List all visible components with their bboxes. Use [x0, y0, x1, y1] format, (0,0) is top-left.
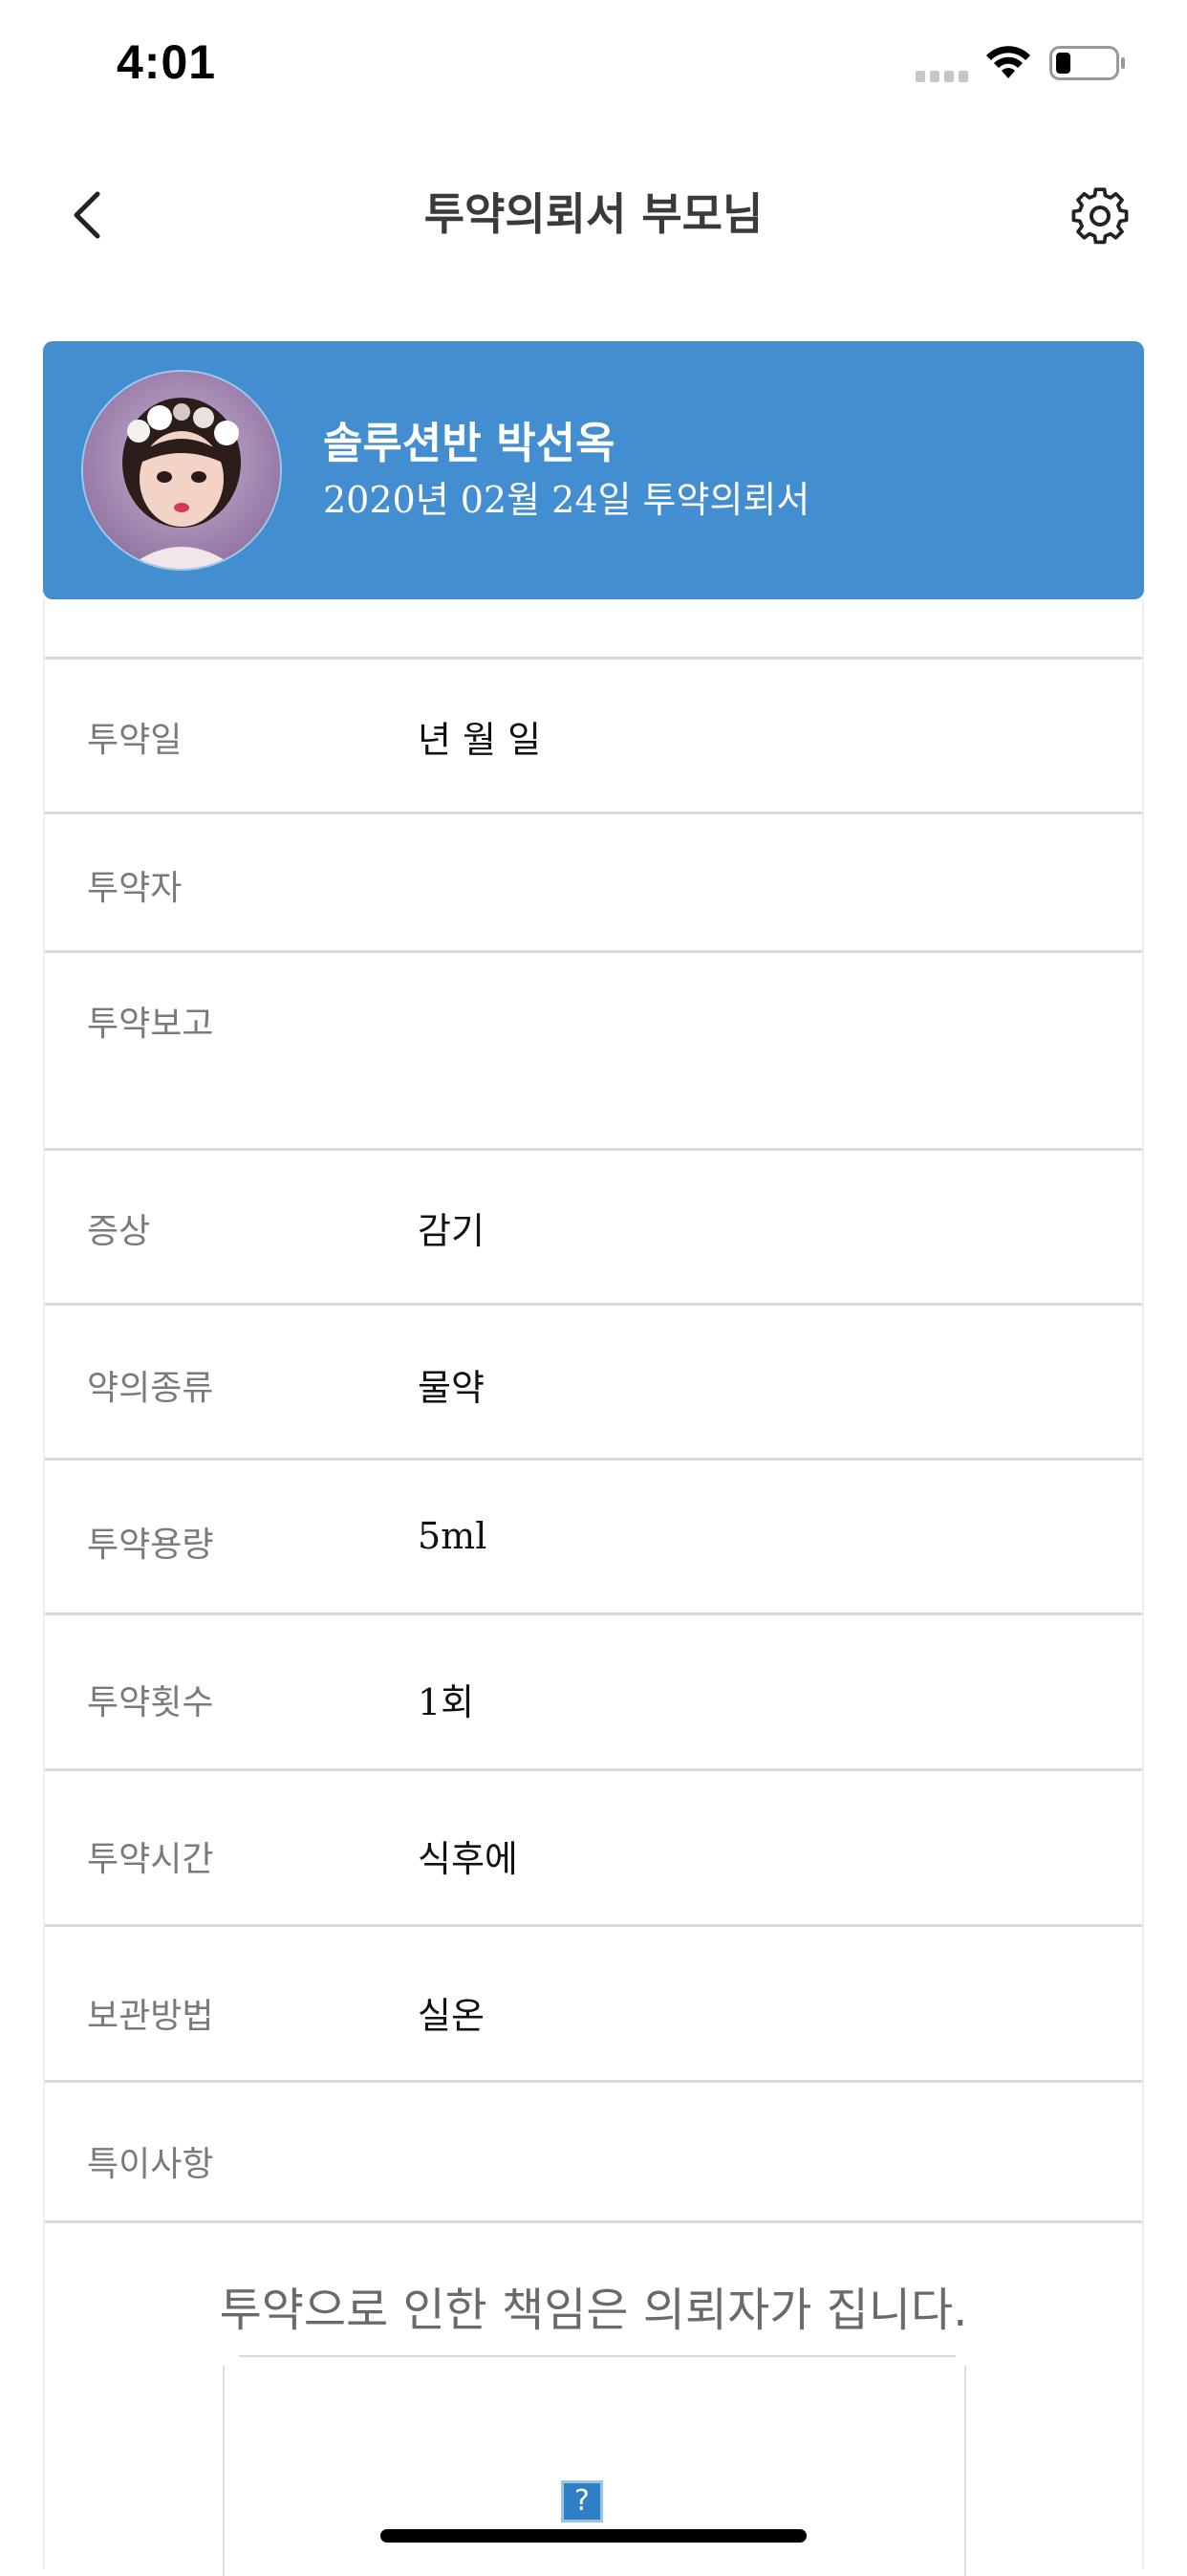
form-row-report: 투약보고	[45, 950, 1142, 1151]
row-label: 약의종류	[87, 1369, 214, 1408]
disclaimer-text: 투약으로 인한 책임은 의뢰자가 집니다.	[219, 2284, 968, 2337]
form-row-time: 투약시간 식후에	[45, 1768, 1142, 1926]
row-label: 증상	[87, 1212, 151, 1251]
divider	[45, 2220, 1142, 2223]
form-row-date: 투약일 년 월 일	[45, 657, 1142, 814]
row-label: 투약시간	[87, 1840, 214, 1879]
form-row-medicine-type: 약의종류 물약	[45, 1303, 1142, 1461]
row-label: 투약보고	[87, 1005, 214, 1044]
home-indicator[interactable]	[380, 2529, 807, 2543]
profile-name: 솔루션반 박선옥	[323, 418, 615, 468]
form-row-symptom: 증상 감기	[45, 1148, 1142, 1306]
form-row-dosage: 투약용량 5ml	[45, 1458, 1142, 1615]
battery-icon	[1049, 46, 1125, 80]
status-bar: 4:01	[0, 0, 1187, 126]
missing-image-icon: ?	[561, 2480, 603, 2522]
form-row-storage: 보관방법 실온	[45, 1924, 1142, 2082]
form-row-notes: 특이사항	[45, 2080, 1142, 2223]
row-label: 투약자	[87, 869, 183, 908]
row-value: 물약	[418, 1367, 485, 1409]
gear-icon[interactable]	[1070, 186, 1130, 246]
row-value: 식후에	[418, 1838, 518, 1880]
signature-box[interactable]: ?	[223, 2366, 966, 2576]
profile-subtitle: 2020년 02월 24일 투약의뢰서	[323, 479, 810, 521]
row-label: 투약용량	[87, 1526, 214, 1565]
row-value: 실온	[418, 1995, 485, 2037]
medication-form: 투약일 년 월 일 투약자 투약보고 증상 감기 약의종류 물약 투약용량 5m…	[43, 599, 1144, 2576]
row-label: 특이사항	[87, 2145, 214, 2184]
avatar	[81, 370, 282, 571]
form-row-person: 투약자	[45, 812, 1142, 953]
nav-bar: 투약의뢰서 부모님	[0, 162, 1187, 268]
status-time: 4:01	[117, 35, 217, 89]
wifi-icon	[986, 46, 1030, 78]
signal-dots-icon	[916, 71, 968, 82]
page-title: 투약의뢰서 부모님	[423, 188, 764, 240]
profile-card: 솔루션반 박선옥 2020년 02월 24일 투약의뢰서	[43, 341, 1144, 599]
row-label: 보관방법	[87, 1997, 214, 2036]
form-row-frequency: 투약횟수 1회	[45, 1613, 1142, 1770]
row-value: 감기	[418, 1210, 485, 1252]
divider	[239, 2355, 956, 2357]
row-value: 년 월 일	[418, 719, 542, 761]
row-label: 투약일	[87, 721, 183, 760]
row-value: 5ml	[418, 1515, 487, 1557]
row-label: 투약횟수	[87, 1683, 214, 1722]
row-value: 1회	[418, 1681, 475, 1723]
